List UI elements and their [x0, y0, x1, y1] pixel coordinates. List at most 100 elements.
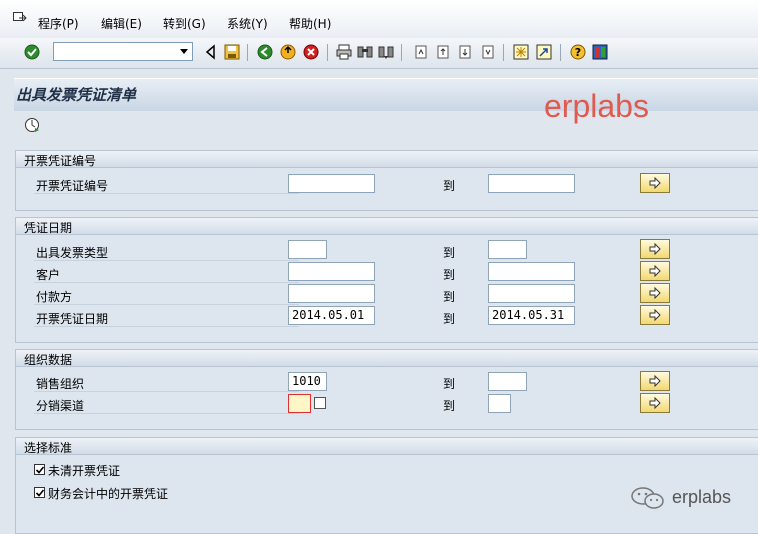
first-page-icon[interactable] — [413, 44, 429, 60]
section-title: 开票凭证编号 — [24, 154, 97, 168]
shortcut-icon[interactable] — [536, 44, 552, 60]
last-page-icon[interactable] — [480, 44, 496, 60]
toolbar-separator — [401, 44, 402, 61]
customer-to-input[interactable] — [488, 262, 575, 281]
section-title: 凭证日期 — [24, 221, 73, 235]
help-icon[interactable]: ? — [570, 44, 586, 60]
check-icon[interactable] — [24, 44, 40, 60]
arrow-right-icon — [649, 243, 661, 255]
distribution-channel-to-input[interactable] — [488, 394, 511, 413]
payer-to-input[interactable] — [488, 284, 575, 303]
section-billing-doc-number: 开票凭证编号 开票凭证编号 到 — [15, 150, 758, 211]
arrow-right-icon — [649, 177, 661, 189]
svg-text:?: ? — [575, 46, 581, 59]
section-header: 组织数据 — [16, 350, 758, 367]
exit-icon[interactable] — [280, 44, 296, 60]
execute-icon[interactable] — [24, 117, 40, 133]
section-header: 凭证日期 — [16, 218, 758, 235]
multiple-selection-button[interactable] — [640, 239, 670, 259]
layout-icon[interactable] — [592, 44, 608, 60]
to-label: 到 — [443, 399, 456, 413]
menu-program[interactable]: 程序(P) — [38, 15, 79, 32]
field-label: 开票凭证编号 — [36, 179, 109, 193]
toolbar-separator — [560, 44, 561, 61]
billing-date-from-input[interactable]: 2014.05.01 — [288, 306, 375, 325]
row-divider — [34, 326, 299, 327]
menu-goto[interactable]: 转到(G) — [163, 15, 206, 32]
payer-from-input[interactable] — [288, 284, 375, 303]
row-divider — [34, 391, 299, 392]
chevron-down-icon[interactable] — [180, 49, 188, 54]
field-label: 销售组织 — [36, 377, 85, 391]
checkmark-icon — [35, 466, 45, 474]
back-icon[interactable] — [203, 44, 219, 60]
field-label: 分销渠道 — [36, 399, 85, 413]
arrow-right-icon — [649, 265, 661, 277]
toolbar-separator — [247, 44, 248, 61]
print-icon[interactable] — [336, 44, 352, 60]
section-header: 开票凭证编号 — [16, 151, 758, 168]
save-icon[interactable] — [224, 44, 240, 60]
billing-doc-from-input[interactable] — [288, 174, 375, 193]
toolbar-separator — [503, 44, 504, 61]
multiple-selection-button[interactable] — [640, 371, 670, 391]
billing-doc-to-input[interactable] — [488, 174, 575, 193]
to-label: 到 — [443, 312, 456, 326]
multiple-selection-button[interactable] — [640, 173, 670, 193]
field-label: 客户 — [36, 268, 61, 282]
multiple-selection-button[interactable] — [640, 305, 670, 325]
menu-edit[interactable]: 编辑(E) — [101, 15, 142, 32]
multiple-selection-button[interactable] — [640, 261, 670, 281]
billing-date-to-input[interactable]: 2014.05.31 — [488, 306, 575, 325]
arrow-right-icon — [649, 375, 661, 387]
billing-type-from-input[interactable] — [288, 240, 327, 259]
to-label: 到 — [443, 377, 456, 391]
nav-back-icon[interactable] — [257, 44, 273, 60]
arrow-right-icon — [649, 287, 661, 299]
fi-billing-docs-checkbox[interactable] — [34, 487, 45, 498]
section-header: 选择标准 — [16, 438, 758, 455]
standard-toolbar: ? — [0, 38, 758, 69]
menu-window-icon[interactable] — [13, 12, 27, 24]
arrow-right-icon — [649, 397, 661, 409]
sales-org-from-input[interactable]: 1010 — [288, 372, 327, 391]
footer-brand-text: erplabs — [672, 487, 732, 507]
cancel-icon[interactable] — [303, 44, 319, 60]
field-label: 开票凭证日期 — [36, 312, 109, 326]
section-doc-date: 凭证日期 出具发票类型 到 客户 到 付款方 到 开票凭证日期 2014.05.… — [15, 217, 758, 343]
open-billing-docs-checkbox[interactable] — [34, 464, 45, 475]
to-label: 到 — [443, 290, 456, 304]
multiple-selection-button[interactable] — [640, 393, 670, 413]
row-divider — [34, 260, 299, 261]
menu-help[interactable]: 帮助(H) — [289, 15, 331, 32]
value-help-icon[interactable] — [314, 397, 326, 409]
prev-page-icon[interactable] — [435, 44, 451, 60]
row-divider — [34, 413, 299, 414]
find-next-icon[interactable] — [378, 44, 394, 60]
checkmark-icon — [35, 489, 45, 497]
checkbox-label: 财务会计中的开票凭证 — [48, 487, 169, 501]
field-label: 出具发票类型 — [36, 246, 109, 260]
section-title: 选择标准 — [24, 441, 73, 455]
checkbox-label: 未清开票凭证 — [48, 464, 121, 478]
row-divider — [34, 304, 299, 305]
command-field[interactable] — [53, 42, 193, 61]
find-icon[interactable] — [357, 44, 373, 60]
next-page-icon[interactable] — [457, 44, 473, 60]
watermark-text: erplabs — [544, 88, 649, 124]
arrow-right-icon — [649, 309, 661, 321]
multiple-selection-button[interactable] — [640, 283, 670, 303]
menu-bar: 程序(P) 编辑(E) 转到(G) 系统(Y) 帮助(H) — [0, 0, 758, 38]
field-label: 付款方 — [36, 290, 73, 304]
toolbar-separator — [327, 44, 328, 61]
new-session-icon[interactable] — [513, 44, 529, 60]
page-title: 出具发票凭证清单 — [16, 86, 137, 104]
row-divider — [34, 193, 299, 194]
billing-type-to-input[interactable] — [488, 240, 527, 259]
to-label: 到 — [443, 246, 456, 260]
section-title: 组织数据 — [24, 353, 73, 367]
customer-from-input[interactable] — [288, 262, 375, 281]
distribution-channel-from-input[interactable] — [288, 394, 311, 413]
sales-org-to-input[interactable] — [488, 372, 527, 391]
menu-system[interactable]: 系统(Y) — [227, 15, 268, 32]
